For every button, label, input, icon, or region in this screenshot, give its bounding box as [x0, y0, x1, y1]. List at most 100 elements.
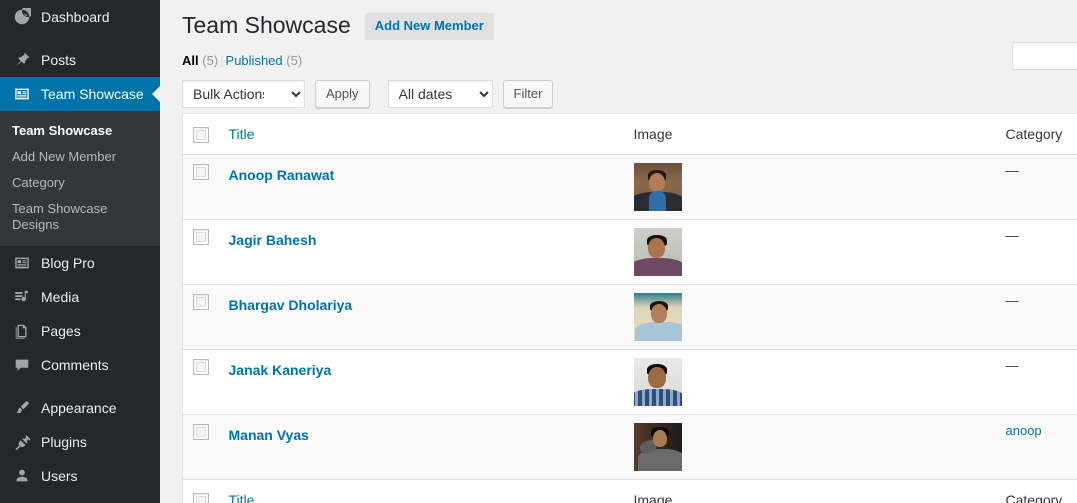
- sidebar-item-plugins[interactable]: Plugins: [0, 425, 160, 459]
- sidebar-item-comments[interactable]: Comments: [0, 348, 160, 382]
- avatar-bhargav-dholariya: [633, 293, 682, 341]
- team-showcase-submenu: Team Showcase Add New Member Category Te…: [0, 111, 160, 246]
- view-all: All (5): [182, 53, 218, 68]
- bulk-actions-select[interactable]: Bulk ActionsEditMove to Trash: [182, 80, 305, 108]
- apply-button[interactable]: Apply: [315, 80, 370, 108]
- select-all-header: [182, 113, 219, 155]
- sidebar-item-pages[interactable]: Pages: [0, 314, 160, 348]
- row-select-cell: [182, 219, 219, 285]
- table-header-row: Title Image Category: [182, 113, 1077, 155]
- row-title-cell: Manan Vyas: [218, 414, 624, 480]
- sidebar-item-posts[interactable]: Posts: [0, 43, 160, 77]
- dashboard-icon: [12, 7, 32, 27]
- row-category-cell: —: [995, 154, 1077, 220]
- row-select-cell: [182, 154, 219, 220]
- row-category-cell: —: [995, 349, 1077, 415]
- table-body: Anoop Ranawat — Jagir Bahesh — Bhargav Dhola…: [182, 154, 1077, 480]
- view-published-link[interactable]: Published: [226, 53, 283, 68]
- column-footer-image: Image: [623, 479, 996, 503]
- row-category-link[interactable]: anoop: [1006, 423, 1042, 438]
- team-members-table: Title Image Category Anoop Ranawat — Jagir…: [182, 113, 1077, 503]
- row-checkbox[interactable]: [193, 293, 209, 310]
- row-title-link[interactable]: Manan Vyas: [229, 423, 309, 445]
- sidebar-divider: [0, 382, 160, 391]
- tablenav-top: Bulk ActionsEditMove to Trash Apply All …: [182, 78, 1077, 110]
- row-image-cell: [623, 349, 996, 415]
- plug-icon: [12, 432, 32, 452]
- row-checkbox[interactable]: [193, 423, 209, 440]
- row-image-cell: [623, 284, 996, 350]
- list-view-icon: [12, 253, 32, 273]
- column-footer-category: Category: [995, 479, 1077, 503]
- sort-title-link[interactable]: Title: [229, 126, 255, 142]
- row-select-cell: [182, 284, 219, 350]
- column-header-category: Category: [995, 113, 1077, 155]
- avatar-anoop-ranawat: [633, 163, 682, 211]
- views-filter-links: All (5) | Published (5): [182, 51, 1077, 71]
- user-icon: [12, 466, 32, 486]
- comments-icon: [12, 355, 32, 375]
- avatar-jagir-bahesh: [633, 228, 682, 276]
- sidebar-item-label: Users: [41, 468, 78, 484]
- sidebar-item-label: Blog Pro: [41, 255, 95, 271]
- table-row: Janak Kaneriya —: [182, 349, 1077, 415]
- wp-admin-screen: Dashboard Posts Team Showcase Team Showc…: [0, 0, 1077, 503]
- view-all-link[interactable]: All: [182, 53, 199, 68]
- page-header: Team Showcase Add New Member: [182, 0, 1077, 42]
- table-row: Jagir Bahesh —: [182, 219, 1077, 285]
- search-input[interactable]: [1012, 42, 1077, 70]
- avatar-manan-vyas: [633, 423, 682, 471]
- row-title-link[interactable]: Jagir Bahesh: [229, 228, 317, 250]
- table-footer-row: Title Image Category: [182, 479, 1077, 503]
- sidebar-item-label: Plugins: [41, 434, 87, 450]
- row-title-cell: Anoop Ranawat: [218, 154, 624, 220]
- row-category-cell: —: [995, 284, 1077, 350]
- row-title-cell: Jagir Bahesh: [218, 219, 624, 285]
- row-image-cell: [623, 219, 996, 285]
- column-header-image: Image: [623, 113, 996, 155]
- avatar-janak-kaneriya: [633, 358, 682, 406]
- sidebar-item-users[interactable]: Users: [0, 459, 160, 493]
- page-title: Team Showcase: [182, 12, 351, 38]
- pages-icon: [12, 321, 32, 341]
- view-published: Published (5): [226, 53, 303, 68]
- row-title-link[interactable]: Bhargav Dholariya: [229, 293, 353, 315]
- submenu-item-category[interactable]: Category: [0, 170, 160, 196]
- submenu-item-add-new-member[interactable]: Add New Member: [0, 144, 160, 170]
- sidebar-item-label: Pages: [41, 323, 81, 339]
- row-checkbox[interactable]: [193, 228, 209, 245]
- row-category-cell: —: [995, 219, 1077, 285]
- submenu-item-team-showcase-designs[interactable]: Team Showcase Designs: [0, 196, 160, 238]
- sidebar-item-label: Media: [41, 289, 80, 305]
- sidebar-item-team-showcase[interactable]: Team Showcase: [0, 77, 160, 111]
- sidebar-item-label: Comments: [41, 357, 109, 373]
- row-category-empty: —: [1005, 358, 1019, 373]
- submenu-item-team-showcase[interactable]: Team Showcase: [0, 118, 160, 144]
- row-title-link[interactable]: Anoop Ranawat: [229, 163, 335, 185]
- sidebar-item-blog-pro[interactable]: Blog Pro: [0, 246, 160, 280]
- sidebar-item-media[interactable]: Media: [0, 280, 160, 314]
- sidebar-divider: [0, 34, 160, 43]
- add-new-member-button[interactable]: Add New Member: [364, 12, 494, 40]
- row-category-empty: —: [1005, 163, 1019, 178]
- main-content: Team Showcase Add New Member All (5) | Pub…: [160, 0, 1077, 503]
- date-filter-select[interactable]: All dates: [387, 80, 493, 108]
- sort-title-link-footer[interactable]: Title: [229, 492, 255, 503]
- table-foot: Title Image Category: [182, 479, 1077, 503]
- select-all-checkbox[interactable]: [193, 127, 209, 144]
- pin-icon: [12, 50, 32, 70]
- media-icon: [12, 287, 32, 307]
- view-published-count: (5): [286, 53, 303, 68]
- row-checkbox[interactable]: [193, 358, 209, 375]
- sidebar-item-appearance[interactable]: Appearance: [0, 391, 160, 425]
- row-title-link[interactable]: Janak Kaneriya: [229, 358, 332, 380]
- paintbrush-icon: [12, 398, 32, 418]
- row-checkbox[interactable]: [193, 163, 209, 180]
- sidebar-item-dashboard[interactable]: Dashboard: [0, 0, 160, 34]
- select-all-checkbox-footer[interactable]: [193, 493, 209, 503]
- row-image-cell: [623, 414, 996, 480]
- filter-button[interactable]: Filter: [502, 80, 554, 108]
- table-row: Anoop Ranawat —: [182, 154, 1077, 220]
- row-category-cell: anoop: [995, 414, 1077, 480]
- row-category-empty: —: [1005, 228, 1019, 243]
